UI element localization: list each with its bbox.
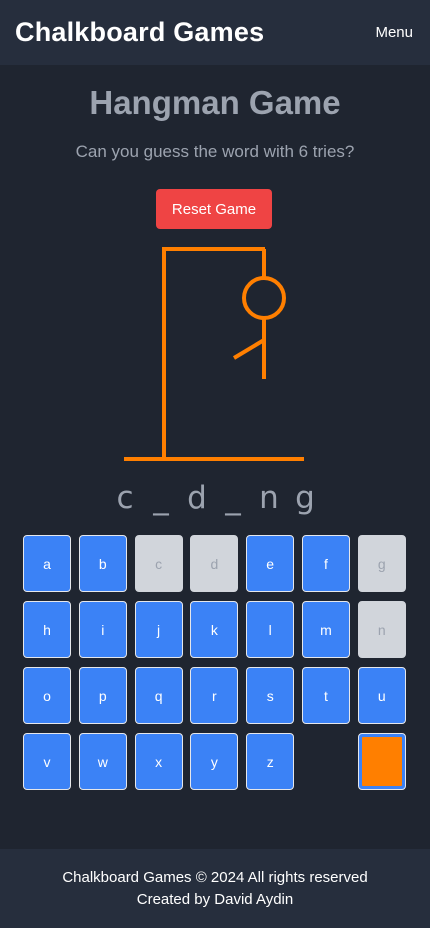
letter-keyboard: abcdefg hijklmn opqrstu vwxyz <box>23 535 406 790</box>
key-k[interactable]: k <box>190 601 239 658</box>
word-letter-slot: c <box>116 480 134 516</box>
key-u[interactable]: u <box>357 667 406 724</box>
key-h[interactable]: h <box>23 601 71 658</box>
key-a[interactable]: a <box>23 535 71 592</box>
key-x[interactable]: x <box>134 733 183 790</box>
word-letter-slot: d <box>187 480 207 516</box>
key-b[interactable]: b <box>78 535 127 592</box>
menu-button[interactable]: Menu <box>375 24 413 41</box>
key-c: c <box>134 535 183 592</box>
page-subtitle: Can you guess the word with 6 tries? <box>75 142 355 161</box>
hangman-head <box>242 276 286 320</box>
key-t[interactable]: t <box>301 667 350 724</box>
top-navbar: Chalkboard Games Menu <box>0 0 430 65</box>
footer: Chalkboard Games © 2024 All rights reser… <box>0 849 430 928</box>
word-display: c _ d _ n g <box>0 480 430 516</box>
hangman-drawing <box>124 247 304 461</box>
key-j[interactable]: j <box>134 601 183 658</box>
key-y[interactable]: y <box>190 733 239 790</box>
key-g: g <box>357 535 406 592</box>
key-s[interactable]: s <box>246 667 295 724</box>
key-r[interactable]: r <box>190 667 239 724</box>
hint-button[interactable] <box>357 733 406 790</box>
reset-game-button[interactable]: Reset Game <box>156 189 272 229</box>
key-z[interactable]: z <box>246 733 295 790</box>
word-letter-slot: _ <box>153 480 169 516</box>
key-q[interactable]: q <box>134 667 183 724</box>
key-f[interactable]: f <box>301 535 350 592</box>
word-letter-slot: g <box>295 480 315 516</box>
footer-credit: Created by David Aydin <box>136 890 294 908</box>
brand-title[interactable]: Chalkboard Games <box>15 17 264 48</box>
key-w[interactable]: w <box>78 733 127 790</box>
key-e[interactable]: e <box>246 535 295 592</box>
key-p[interactable]: p <box>78 667 127 724</box>
page-title: Hangman Game <box>89 84 341 121</box>
hangman-left-arm <box>232 338 266 360</box>
footer-copyright: Chalkboard Games © 2024 All rights reser… <box>62 868 368 886</box>
key-m[interactable]: m <box>301 601 350 658</box>
key-d: d <box>190 535 239 592</box>
key-l[interactable]: l <box>246 601 295 658</box>
key-o[interactable]: o <box>23 667 71 724</box>
word-letter-slot: n <box>259 480 279 516</box>
key-v[interactable]: v <box>23 733 71 790</box>
key-i[interactable]: i <box>78 601 127 658</box>
key-n: n <box>357 601 406 658</box>
hint-square-icon <box>361 737 402 786</box>
word-letter-slot: _ <box>225 480 241 516</box>
